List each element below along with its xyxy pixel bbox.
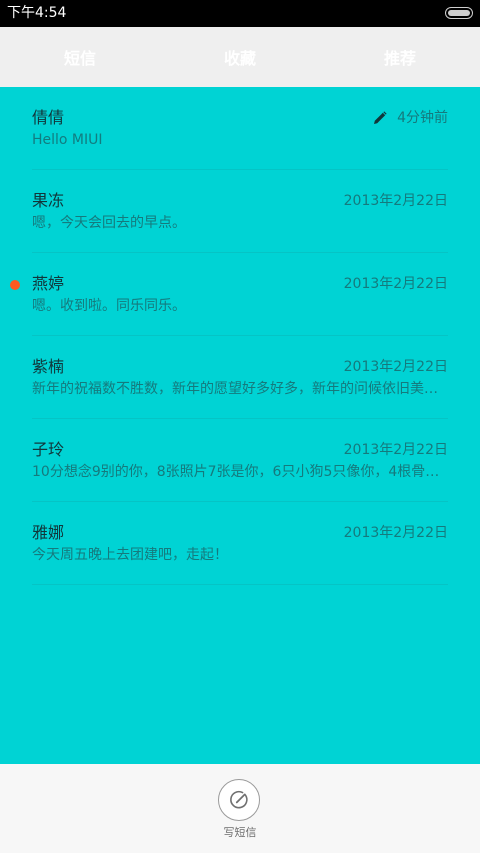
contact-name: 雅娜	[32, 523, 65, 542]
compose-label: 写短信	[223, 826, 257, 839]
message-time: 2013年2月22日	[343, 193, 448, 209]
tab-sms[interactable]: 短信	[0, 27, 160, 87]
message-preview: 今天周五晚上去团建吧，走起！	[32, 547, 228, 563]
message-time-container: 4分钟前	[373, 109, 448, 127]
tab-bar: 短信 收藏 推荐	[0, 27, 480, 87]
contact-name: 倩倩	[32, 108, 65, 127]
message-time: 2013年2月22日	[343, 442, 448, 458]
compose-icon	[230, 790, 248, 809]
tab-recommended[interactable]: 推荐	[320, 27, 480, 87]
message-preview: 新年的祝福数不胜数，新年的愿望好多好多，新年的问候依旧美好…	[32, 381, 448, 397]
message-time: 2013年2月22日	[343, 525, 448, 541]
tab-favorites[interactable]: 收藏	[160, 27, 320, 87]
message-preview: 10分想念9别的你，8张照片7张是你，6只小狗5只像你，4根骨头…	[32, 464, 448, 480]
status-bar: 下午4:54	[0, 0, 480, 27]
contact-name: 紫楠	[32, 357, 65, 376]
message-preview: 嗯。收到啦。同乐同乐。	[32, 298, 186, 314]
draft-pencil-icon	[374, 111, 387, 124]
message-list: 倩倩 Hello MIUI 4分钟前 果冻 嗯，今天会回去的早点。 2013年2…	[0, 87, 480, 764]
list-item[interactable]: 雅娜 今天周五晚上去团建吧，走起！ 2013年2月22日	[32, 502, 448, 585]
list-item[interactable]: 子玲 10分想念9别的你，8张照片7张是你，6只小狗5只像你，4根骨头… 201…	[32, 419, 448, 502]
list-item[interactable]: 果冻 嗯，今天会回去的早点。 2013年2月22日	[32, 170, 448, 253]
contact-name: 果冻	[32, 191, 65, 210]
contact-name: 子玲	[32, 440, 65, 459]
message-time: 2013年2月22日	[343, 276, 448, 292]
compose-button[interactable]	[218, 779, 260, 821]
message-preview: 嗯，今天会回去的早点。	[32, 215, 186, 231]
list-item[interactable]: 倩倩 Hello MIUI 4分钟前	[32, 87, 448, 170]
status-time: 下午4:54	[7, 5, 67, 21]
message-time: 4分钟前	[397, 110, 448, 126]
list-item[interactable]: 燕婷 嗯。收到啦。同乐同乐。 2013年2月22日	[10, 253, 448, 336]
unread-indicator	[10, 280, 20, 290]
message-preview: Hello MIUI	[32, 132, 103, 148]
battery-level	[448, 10, 470, 16]
contact-name: 燕婷	[32, 274, 65, 293]
bottom-bar: 写短信	[0, 764, 480, 853]
list-item[interactable]: 紫楠 新年的祝福数不胜数，新年的愿望好多好多，新年的问候依旧美好… 2013年2…	[32, 336, 448, 419]
battery-icon	[445, 7, 473, 19]
message-time: 2013年2月22日	[343, 359, 448, 375]
